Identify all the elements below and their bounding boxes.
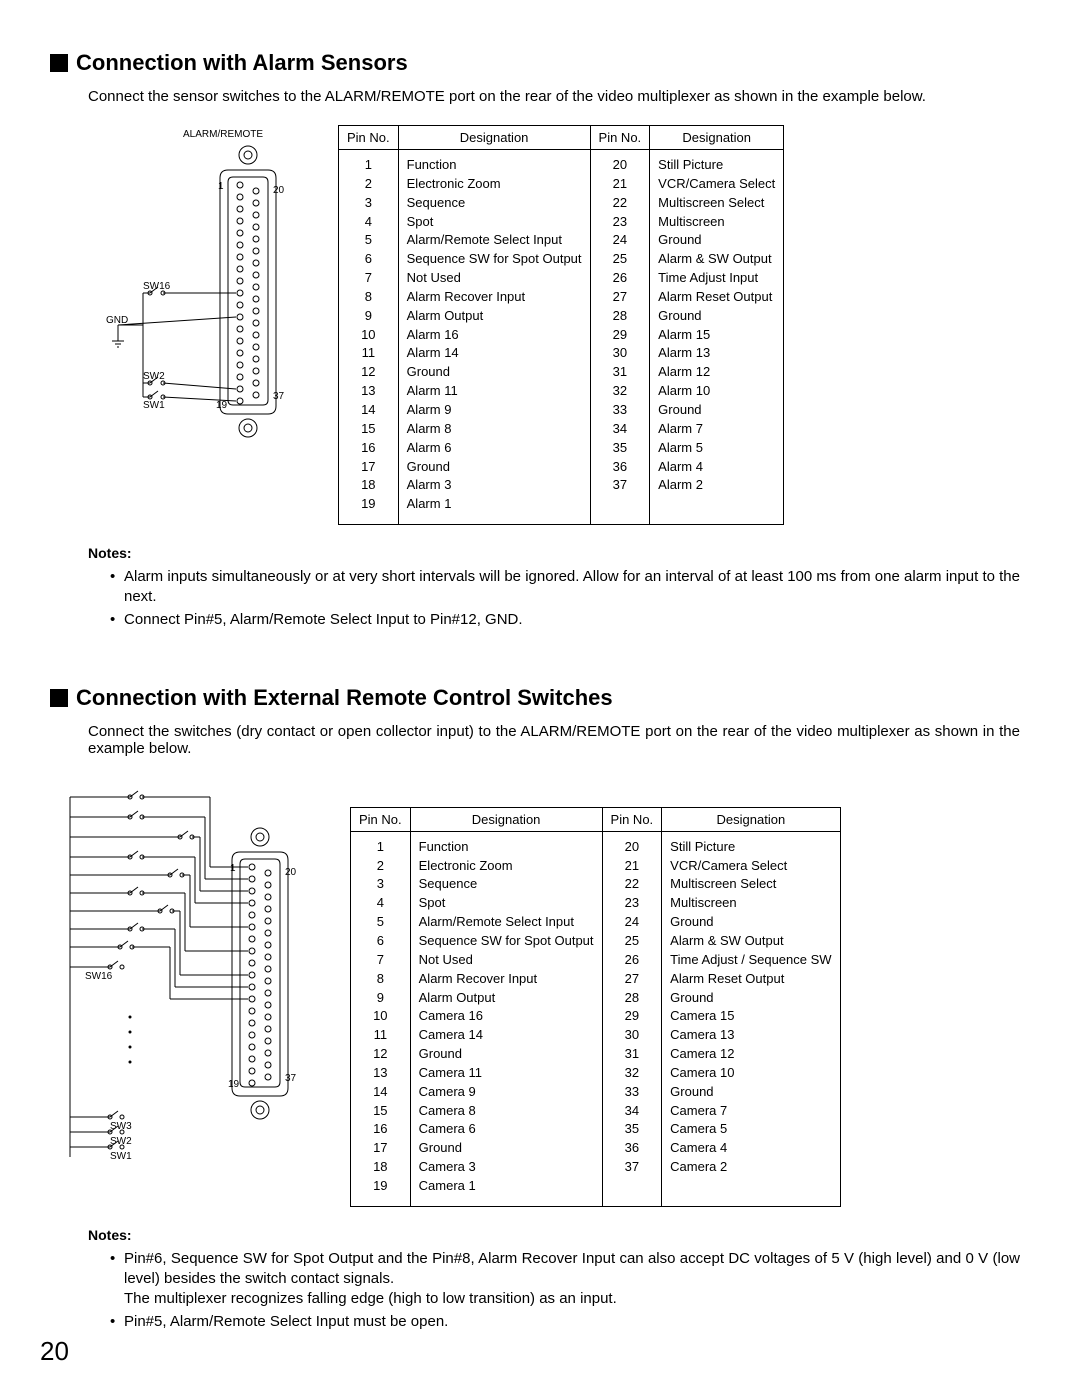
section2-pin-table: Pin No. 1 2 3 4 5 6 7 8 9 10 11 12 13 14… [350, 807, 841, 1207]
svg-text:37: 37 [285, 1073, 297, 1084]
des-right: Still Picture VCR/Camera Select Multiscr… [650, 150, 783, 524]
col-pinno-left2: Pin No. 1 2 3 4 5 6 7 8 9 10 11 12 13 14… [351, 808, 411, 1206]
page-number: 20 [40, 1336, 69, 1367]
svg-text:1: 1 [230, 863, 236, 874]
alarm-connector-diagram: ALARM/REMOTE 1 20 19 37 [88, 125, 308, 455]
col-des-right: Designation Still Picture VCR/Camera Sel… [650, 126, 783, 524]
section2-heading: Connection with External Remote Control … [50, 685, 1020, 711]
section1-pin-table: Pin No. 1 2 3 4 5 6 7 8 9 10 11 12 13 14… [338, 125, 784, 525]
section1-intro: Connect the sensor switches to the ALARM… [88, 88, 1020, 105]
hdr-pinno: Pin No. [339, 126, 399, 150]
col-des-right2: Designation Still Picture VCR/Camera Sel… [662, 808, 839, 1206]
dsub37-remote-icon: 1 20 19 37 [50, 777, 320, 1177]
col-des-left: Designation Function Electronic Zoom Seq… [399, 126, 591, 524]
svg-text:37: 37 [273, 391, 285, 402]
svg-text:SW1: SW1 [143, 400, 165, 411]
svg-text:SW16: SW16 [85, 971, 113, 982]
square-bullet-icon [50, 689, 68, 707]
pins-right: 20 21 22 23 24 25 26 27 28 29 30 31 32 3… [591, 150, 651, 524]
svg-text:SW1: SW1 [110, 1151, 132, 1162]
svg-text:SW2: SW2 [110, 1136, 132, 1147]
svg-text:20: 20 [273, 185, 285, 196]
svg-text:20: 20 [285, 867, 297, 878]
section2-notes-heading: Notes: [88, 1227, 1020, 1243]
col-pinno-left: Pin No. 1 2 3 4 5 6 7 8 9 10 11 12 13 14… [339, 126, 399, 524]
section1-title-text: Connection with Alarm Sensors [76, 50, 408, 76]
hdr-pinno2: Pin No. [591, 126, 651, 150]
section1-heading: Connection with Alarm Sensors [50, 50, 1020, 76]
svg-text:19: 19 [216, 400, 228, 411]
hdr-des2: Designation [650, 126, 783, 150]
svg-text:GND: GND [106, 315, 128, 326]
note-item: Connect Pin#5, Alarm/Remote Select Input… [110, 610, 1020, 630]
note-item: Pin#5, Alarm/Remote Select Input must be… [110, 1312, 1020, 1332]
section1-notes-heading: Notes: [88, 545, 1020, 561]
square-bullet-icon [50, 54, 68, 72]
svg-text:SW16: SW16 [143, 281, 171, 292]
des-left: Function Electronic Zoom Sequence Spot A… [399, 150, 591, 524]
hdr-des: Designation [399, 126, 591, 150]
svg-text:1: 1 [218, 181, 224, 192]
section2-intro: Connect the switches (dry contact or ope… [88, 723, 1020, 757]
pins-left: 1 2 3 4 5 6 7 8 9 10 11 12 13 14 15 16 1… [339, 150, 399, 524]
svg-text:SW2: SW2 [143, 371, 165, 382]
remote-connector-diagram: 1 20 19 37 [50, 777, 320, 1177]
note-item: Pin#6, Sequence SW for Spot Output and t… [110, 1249, 1020, 1310]
connector-label: ALARM/REMOTE [183, 129, 263, 140]
dsub37-connector-icon: ALARM/REMOTE 1 20 19 37 [88, 125, 308, 455]
col-pinno-right: Pin No. 20 21 22 23 24 25 26 27 28 29 30… [591, 126, 651, 524]
section2-notes-list: Pin#6, Sequence SW for Spot Output and t… [110, 1249, 1020, 1332]
section1-notes-list: Alarm inputs simultaneously or at very s… [110, 567, 1020, 630]
svg-text:19: 19 [228, 1079, 240, 1090]
section2-title-text: Connection with External Remote Control … [76, 685, 613, 711]
svg-text:SW3: SW3 [110, 1121, 132, 1132]
note-item: Alarm inputs simultaneously or at very s… [110, 567, 1020, 608]
col-pinno-right2: Pin No. 20 21 22 23 24 25 26 27 28 29 30… [603, 808, 663, 1206]
col-des-left2: Designation Function Electronic Zoom Seq… [411, 808, 603, 1206]
